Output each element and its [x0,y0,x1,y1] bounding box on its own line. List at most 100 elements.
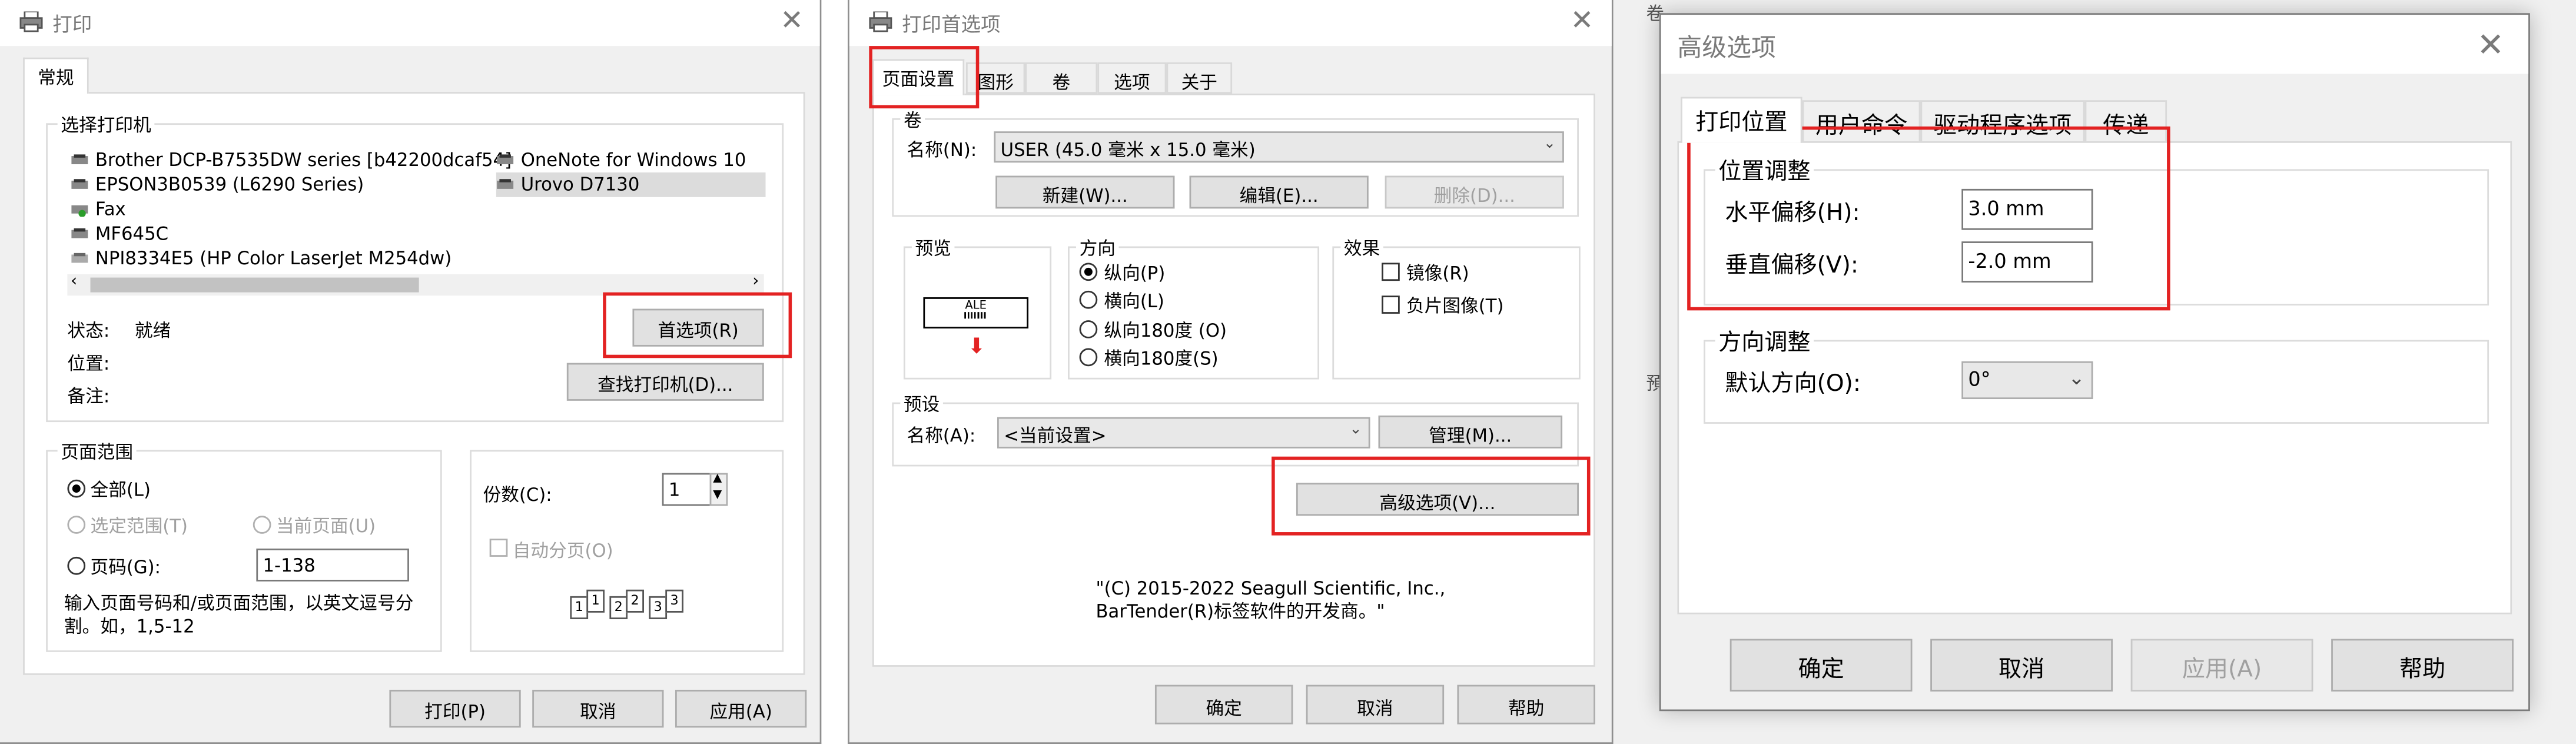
gap-strip [821,0,848,744]
status-value: 就绪 [134,320,171,342]
orientation-group-label: 方向 [1075,235,1119,261]
printer-list[interactable]: Brother DCP-B7535DW series [b42200dcaf54… [64,143,771,291]
tab-page-setup[interactable]: 页面设置 [872,59,965,95]
printer-name: EPSON3B0539 (L6290 Series) [95,174,364,196]
page-range-label: 页面范围 [57,439,137,465]
cancel-button[interactable]: 取消 [1930,639,2113,692]
printer-icon [497,179,514,189]
printer-icon [19,11,43,32]
range-pages-radio[interactable] [67,556,86,575]
negative-checkbox[interactable] [1382,295,1400,314]
scroll-right-icon[interactable]: › [752,273,759,291]
highlight-position-adjust [1687,126,2170,311]
landscape180-radio[interactable] [1079,348,1098,367]
range-current-radio[interactable] [253,516,271,534]
portrait180-label: 纵向180度 (O) [1104,320,1227,342]
collate-page: 1 [570,596,589,619]
portrait180-radio[interactable] [1079,320,1098,338]
printer-name: Urovo D7130 [520,174,640,196]
range-hint: 输入页面号码和/或页面范围，以英文逗号分割。如，1,5-12 [64,593,414,637]
name-label: 名称(N): [907,140,977,161]
tab-about[interactable]: 关于 [1166,62,1233,94]
printer-icon [497,154,514,165]
window-title: 高级选项 [1677,32,1776,63]
copies-label: 份数(C): [483,484,552,506]
tab-roll[interactable]: 卷 [1025,62,1098,94]
apply-button[interactable]: 应用(A) [675,689,807,728]
delete-button[interactable]: 删除(D)... [1385,175,1564,209]
copies-spinner[interactable]: ▲ ▼ [709,471,728,506]
range-pages-label: 页码(G): [90,556,161,579]
range-all-label: 全部(L) [90,479,151,501]
portrait-label: 纵向(P) [1104,263,1166,284]
advanced-dialog-titlebar: 高级选项 ✕ [1661,15,2529,74]
comment-label: 备注: [67,386,110,407]
copyright-line-1: "(C) 2015-2022 Seagull Scientific, Inc., [1096,578,1446,600]
collate-page: 2 [626,589,644,613]
copies-input[interactable]: 1 [662,473,712,506]
tab-options[interactable]: 选项 [1097,62,1167,94]
manage-button[interactable]: 管理(M)... [1378,415,1563,449]
spin-up-icon[interactable]: ▲ [713,471,722,484]
printer-name: OneNote for Windows 10 [520,149,746,171]
default-direction-select[interactable]: 0° ⌄ [1961,361,2093,400]
collate-illustration: 1 1 2 2 3 3 [570,589,685,629]
effects-group-label: 效果 [1340,235,1383,261]
spin-down-icon[interactable]: ▼ [713,488,722,501]
close-icon[interactable]: ✕ [1566,5,1599,38]
prefs-dialog: 打印首选项 ✕ 页面设置 图形 卷 选项 关于 卷 名称(N): USER (4… [848,0,1614,744]
default-direction-label: 默认方向(O): [1725,371,1861,398]
highlight-preferences [603,292,792,358]
tab-print-position[interactable]: 打印位置 [1681,97,1802,143]
edit-button[interactable]: 编辑(E)... [1189,175,1369,209]
preset-name-label: 名称(A): [907,425,976,447]
roll-select[interactable]: USER (45.0 毫米 x 15.0 毫米) ⌄ [994,131,1564,163]
preview-group-label: 预览 [911,235,955,261]
apply-button[interactable]: 应用(A) [2130,639,2313,692]
printer-item-selected[interactable]: Urovo D7130 [496,172,766,197]
print-button[interactable]: 打印(P) [389,689,521,728]
portrait-radio[interactable] [1079,263,1098,281]
collate-page: 2 [609,596,628,619]
scrollbar-thumb[interactable] [90,277,419,293]
range-all-radio[interactable] [67,479,86,498]
printer-icon [71,154,88,165]
tab-general[interactable]: 常规 [23,57,89,94]
print-dialog-titlebar: 打印 ✕ [0,0,820,46]
range-selection-radio[interactable] [67,516,86,534]
cancel-button[interactable]: 取消 [532,689,664,728]
chevron-down-icon: ⌄ [2068,366,2085,390]
new-button[interactable]: 新建(W)... [995,175,1175,209]
chevron-down-icon: ⌄ [1349,422,1362,439]
chevron-down-icon: ⌄ [1543,136,1556,153]
direction-group-label: 方向调整 [1715,325,1814,358]
printer-name: MF645C [95,223,169,245]
collate-checkbox[interactable] [489,539,508,557]
mirror-checkbox[interactable] [1382,263,1400,281]
printer-name: Brother DCP-B7535DW series [b42200dcaf54… [95,149,512,171]
cancel-button[interactable]: 取消 [1306,685,1445,725]
help-button[interactable]: 帮助 [2331,639,2514,692]
preview-label-image: ALE [923,297,1029,329]
close-icon[interactable]: ✕ [775,5,808,38]
general-tab-panel: 选择打印机 Brother DCP-B7535DW series [b42200… [23,92,805,675]
feed-direction-arrow-icon: ⬇ [967,335,986,360]
find-printer-button[interactable]: 查找打印机(D)... [566,363,764,401]
highlight-advanced-button [1272,456,1591,536]
status-label: 状态: [67,320,110,342]
landscape180-label: 横向180度(S) [1104,348,1219,370]
roll-group-label: 卷 [900,107,925,134]
copyright-line-2: BarTender(R)标签软件的开发商。" [1096,601,1385,623]
landscape-radio[interactable] [1079,290,1098,309]
select-printer-label: 选择打印机 [57,111,155,138]
ok-button[interactable]: 确定 [1729,639,1913,692]
scroll-left-icon[interactable]: ‹ [71,273,77,291]
close-icon[interactable]: ✕ [2474,25,2507,64]
preset-select[interactable]: <当前设置> ⌄ [997,417,1370,449]
pages-input[interactable]: 1-138 [256,548,409,582]
help-button[interactable]: 帮助 [1457,685,1595,725]
range-selection-label: 选定范围(T) [90,516,188,537]
collate-label: 自动分页(O) [512,540,613,562]
printer-name: Fax [95,198,126,220]
ok-button[interactable]: 确定 [1154,685,1293,725]
